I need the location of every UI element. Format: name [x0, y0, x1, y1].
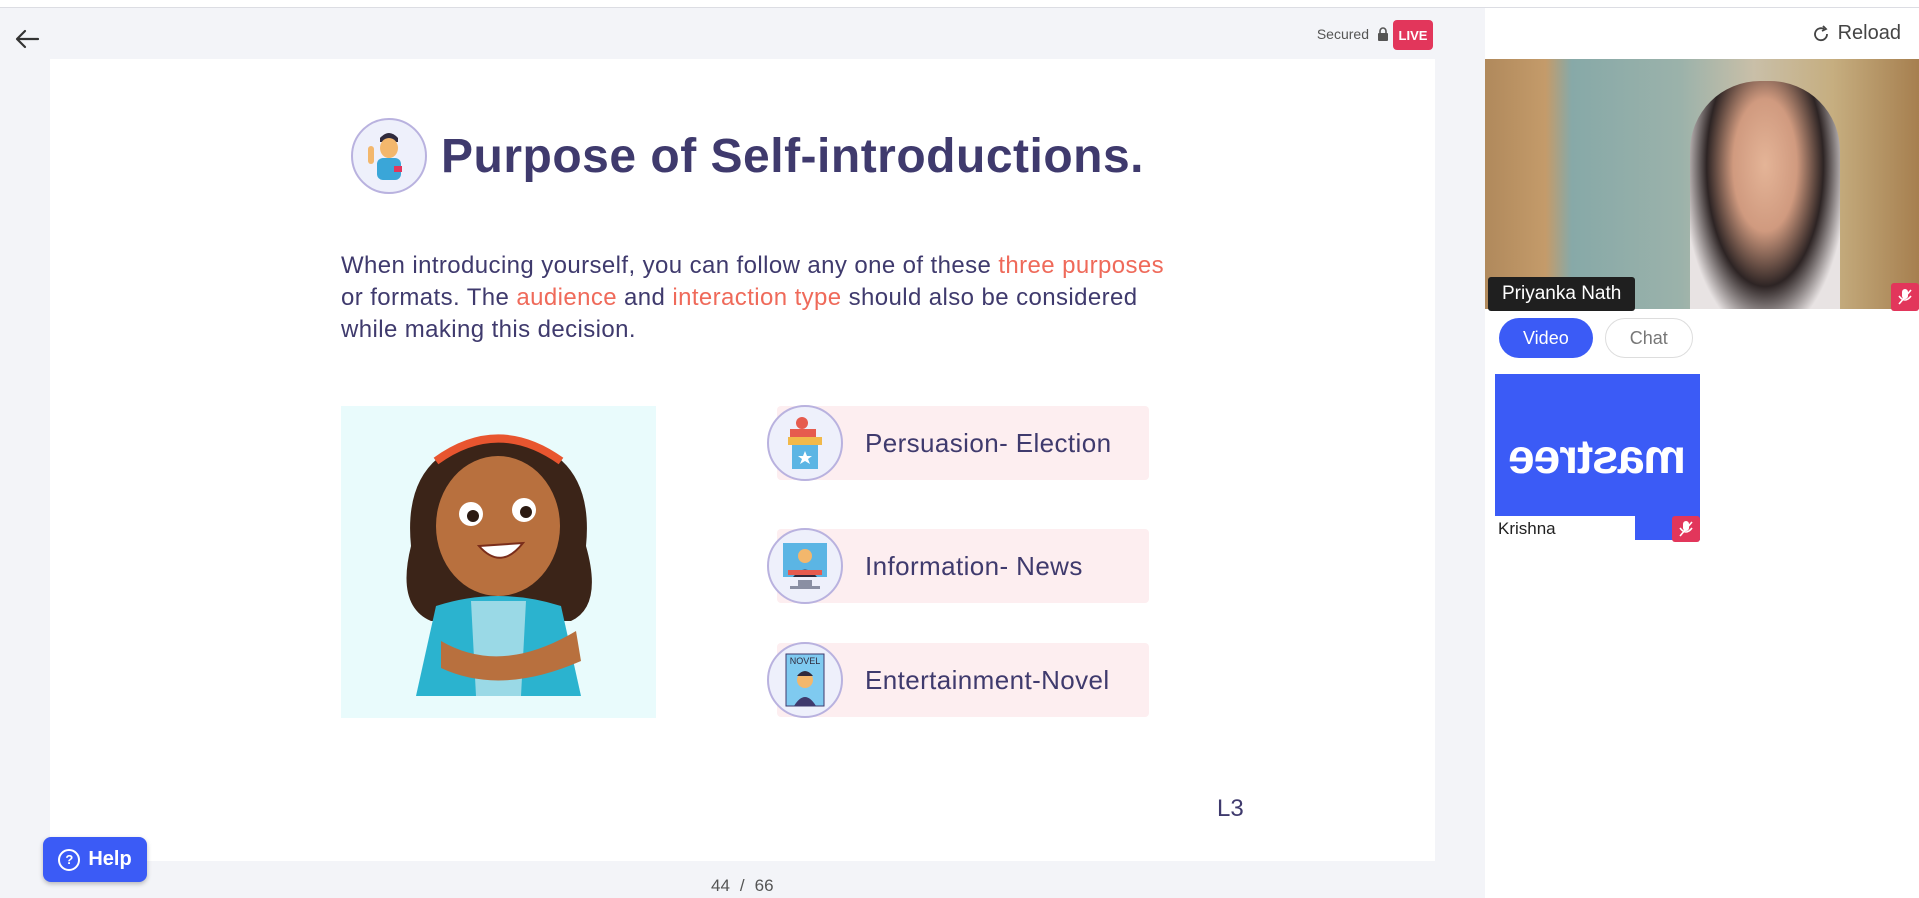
help-button[interactable]: ? Help: [43, 837, 147, 882]
back-arrow-icon[interactable]: [12, 24, 42, 54]
slide-code: L3: [1217, 795, 1244, 822]
slide: Purpose of Self-introductions. When intr…: [50, 59, 1435, 861]
card-information: Information- News: [767, 528, 1149, 604]
page-separator: /: [739, 876, 745, 895]
main-video-feed: [1485, 59, 1919, 309]
participant-name-tag: Priyanka Nath: [1488, 277, 1636, 311]
question-icon: ?: [58, 848, 81, 871]
slide-title: Purpose of Self-introductions.: [441, 129, 1145, 183]
participant-video-image: [1690, 81, 1840, 309]
reload-label: Reload: [1837, 22, 1901, 44]
participant-tile-name: Krishna: [1495, 516, 1635, 540]
participant-tile[interactable]: mastree Krishna: [1495, 374, 1700, 542]
total-pages: 66: [754, 876, 774, 895]
slide-paragraph: When introducing yourself, you can follo…: [341, 250, 1191, 346]
tab-video[interactable]: Video: [1499, 318, 1593, 358]
presenter-icon: [351, 118, 427, 194]
brand-logo: mastree: [1508, 430, 1687, 484]
paragraph-highlight: three purposes: [998, 252, 1165, 279]
current-page: 44: [711, 876, 730, 895]
help-label: Help: [88, 848, 132, 870]
girl-illustration: [341, 406, 656, 718]
presentation-area: Secured LIVE Purpose of Self-introductio…: [0, 8, 1485, 898]
novel-icon: NOVEL: [767, 642, 843, 718]
lock-icon: [1378, 27, 1388, 41]
tab-chat[interactable]: Chat: [1604, 318, 1693, 358]
paragraph-highlight: interaction type: [672, 284, 842, 311]
paragraph-text: and: [616, 284, 673, 311]
news-anchor-icon: [767, 528, 843, 604]
novel-icon-text: NOVEL: [790, 656, 821, 666]
participants-panel: Reload Priyanka Nath Video Chat mastree …: [1485, 8, 1919, 898]
mic-muted-icon: [1891, 283, 1919, 311]
top-border: [0, 0, 1919, 8]
card-persuasion: Persuasion- Election: [767, 405, 1149, 481]
card-label: Information- News: [865, 550, 1083, 581]
secured-label: Secured: [1316, 26, 1369, 42]
panel-tabs: Video Chat: [1499, 318, 1693, 358]
card-entertainment: NOVEL Entertainment-Novel: [767, 642, 1149, 718]
reload-icon: [1813, 24, 1828, 41]
reload-button[interactable]: Reload: [1812, 22, 1901, 45]
card-label: Persuasion- Election: [865, 427, 1112, 458]
paragraph-highlight: audience: [516, 284, 617, 311]
paragraph-text: When introducing yourself, you can follo…: [341, 252, 999, 279]
mic-muted-icon: [1672, 516, 1700, 542]
live-badge: LIVE: [1393, 20, 1433, 50]
pagination: 44 / 66: [711, 876, 774, 896]
secured-indicator: Secured: [1317, 26, 1389, 42]
slide-header: Purpose of Self-introductions.: [351, 118, 1144, 194]
paragraph-text: or formats. The: [341, 284, 517, 311]
card-label: Entertainment-Novel: [865, 664, 1110, 695]
podium-icon: [767, 405, 843, 481]
